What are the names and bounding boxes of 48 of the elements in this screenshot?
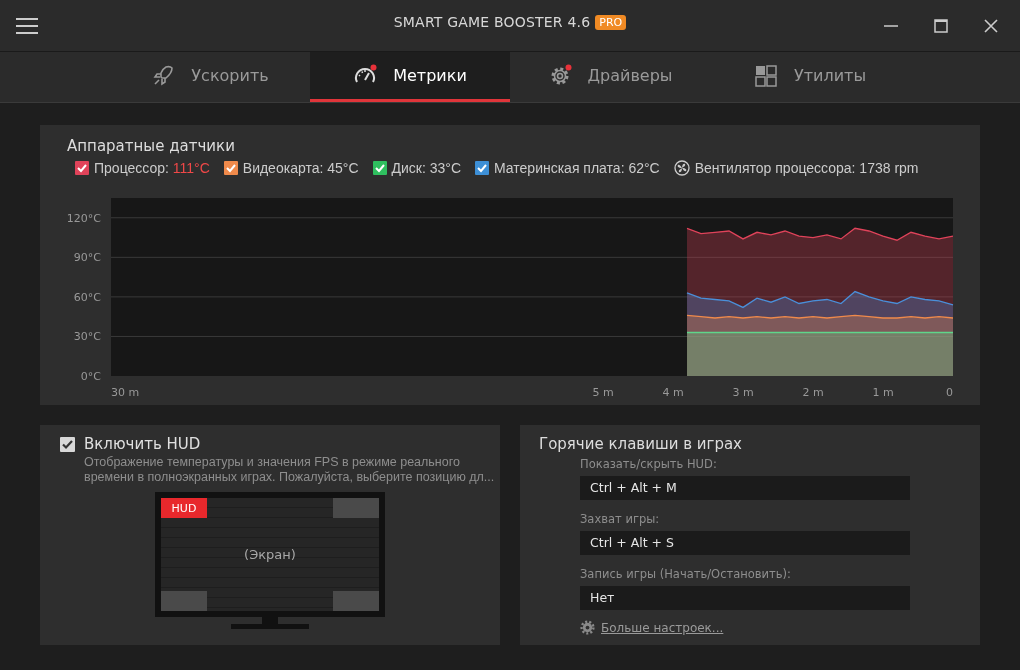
checkbox[interactable] [75, 161, 89, 175]
x-axis-label: 4 m [662, 386, 684, 399]
x-axis-label: 30 m [111, 386, 140, 399]
checkbox[interactable] [475, 161, 489, 175]
sensor-reading: Вентилятор процессора: 1738 rpm [694, 160, 919, 176]
section-title: Горячие клавиши в играх [539, 435, 743, 453]
hud-toggle-label: Включить HUD [84, 435, 201, 453]
sensor-reading: Процессор: 111°C [94, 160, 210, 176]
x-axis-label: 3 m [732, 386, 754, 399]
tiles-icon [753, 63, 778, 88]
y-axis-label: 120°C [66, 211, 101, 225]
field-label: Запись игры (Начать/Остановить): [580, 567, 792, 581]
more-settings-link[interactable]: Больше настроек... [601, 620, 724, 635]
sensor-reading: Материнская плата: 62°C [494, 160, 660, 176]
x-axis-label: 5 m [592, 386, 614, 399]
checkbox[interactable] [223, 161, 238, 175]
field-label: Показать/скрыть HUD: [580, 457, 718, 471]
y-axis-label: 30°C [73, 330, 101, 344]
x-axis-label: 2 m [802, 386, 824, 399]
hotkey-field[interactable]: Ctrl + Alt + M [580, 476, 910, 500]
tab[interactable]: Метрики [310, 52, 510, 102]
close-icon[interactable] [984, 18, 998, 33]
field-label: Захват игры: [580, 512, 661, 526]
screen-label: (Экран) [244, 547, 296, 562]
section-title: Аппаратные датчики [67, 137, 236, 155]
hotkey-field[interactable]: Ctrl + Alt + S [580, 531, 910, 555]
checkbox[interactable] [372, 161, 387, 175]
hotkey-field[interactable]: Нет [580, 586, 910, 610]
y-axis-label: 0°C [80, 370, 101, 383]
pro-badge: PRO [595, 14, 627, 30]
checkbox[interactable] [60, 436, 75, 452]
x-axis-label: 0 [946, 386, 953, 399]
tab[interactable]: Ускорить [110, 52, 310, 102]
sensor-reading: Видеокарта: 45°C [242, 160, 359, 176]
maximize-icon[interactable] [934, 18, 948, 33]
menu-icon[interactable] [16, 17, 38, 34]
hud-description: Отображение температуры и значения FPS в режиме реального времени в полноэкранных играх. Пожалуйста, выберите позицию дл... [84, 455, 496, 485]
fan-icon [673, 160, 690, 176]
y-axis-label: 60°C [73, 290, 101, 304]
tab[interactable]: Утилиты [710, 52, 910, 102]
window-title: SMART GAME BOOSTER 4.6 [393, 14, 591, 30]
sensor-reading: Диск: 33°C [391, 160, 461, 176]
x-axis-label: 1 m [872, 386, 894, 399]
settings-icon [580, 620, 595, 635]
tab[interactable]: Драйверы [510, 52, 710, 102]
rocket-icon [151, 63, 176, 88]
hud-position[interactable]: HUD [161, 498, 207, 518]
y-axis-label: 90°C [73, 251, 101, 265]
